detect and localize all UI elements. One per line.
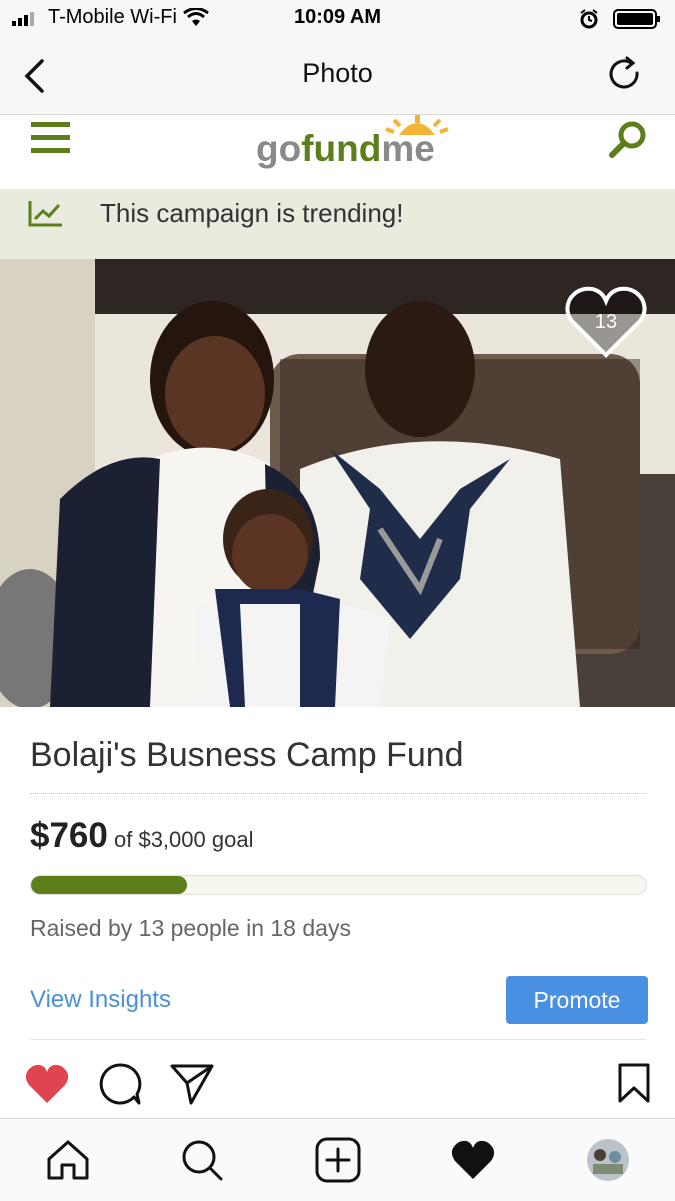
logo-go: go xyxy=(256,128,302,169)
amount-raised: $760 xyxy=(30,816,108,855)
nav-title: Photo xyxy=(302,58,373,88)
bookmark-icon[interactable] xyxy=(617,1063,651,1103)
battery-icon xyxy=(613,9,660,29)
alarm-icon xyxy=(580,9,598,29)
home-icon[interactable] xyxy=(46,1139,90,1181)
search-tab-icon[interactable] xyxy=(180,1138,224,1182)
share-send-icon[interactable] xyxy=(169,1062,215,1106)
heart-count: 13 xyxy=(594,311,618,333)
hamburger-menu-icon[interactable] xyxy=(31,122,71,154)
status-right xyxy=(579,8,661,30)
progress-bar xyxy=(30,875,647,895)
promote-button[interactable]: Promote xyxy=(506,976,648,1024)
status-time: 10:09 AM xyxy=(293,6,382,28)
campaign-photo[interactable]: 13 xyxy=(0,259,675,707)
like-heart-icon[interactable] xyxy=(24,1063,70,1105)
refresh-icon[interactable] xyxy=(606,56,644,94)
raised-by-text: Raised by 13 people in 18 days xyxy=(30,915,351,941)
divider xyxy=(30,1039,646,1040)
goal-text: of $3,000 goal xyxy=(114,827,254,852)
progress-fill xyxy=(31,876,187,894)
divider xyxy=(30,793,646,794)
add-post-icon[interactable] xyxy=(315,1137,361,1183)
logo-me: me xyxy=(381,128,435,169)
profile-avatar[interactable] xyxy=(585,1137,631,1183)
logo-fund: fund xyxy=(301,128,382,169)
activity-heart-icon[interactable] xyxy=(450,1139,496,1181)
view-insights-link[interactable]: View Insights xyxy=(30,986,171,1014)
trending-chart-icon xyxy=(28,201,62,227)
search-icon[interactable] xyxy=(608,120,648,160)
raised-amount: $760 of $3,000 goal xyxy=(30,816,253,856)
gofundme-logo[interactable]: gofundme xyxy=(256,128,435,170)
campaign-title[interactable]: Bolaji's Busness Camp Fund xyxy=(30,736,464,775)
trending-text: This campaign is trending! xyxy=(100,198,404,228)
comment-icon[interactable] xyxy=(98,1062,142,1106)
